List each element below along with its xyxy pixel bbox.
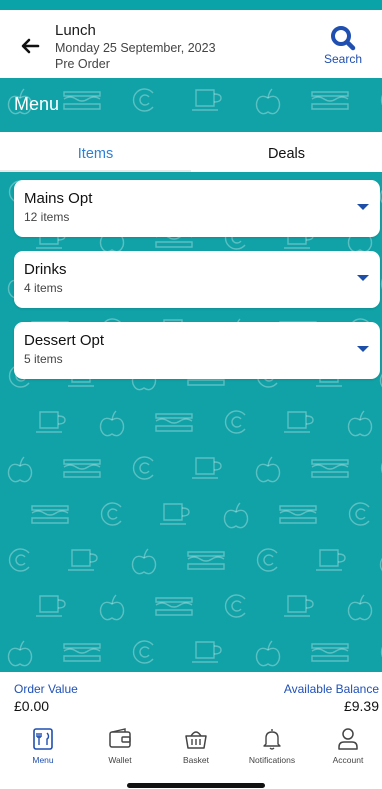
home-indicator (127, 783, 265, 788)
category-mains[interactable]: Mains Opt 12 items (14, 180, 380, 237)
order-value-label: Order Value (14, 682, 78, 696)
nav-menu[interactable]: Menu (5, 726, 81, 765)
tab-items-indicator (0, 170, 191, 172)
nav-account[interactable]: Account (310, 726, 382, 765)
bottom-nav: Menu Wallet Basket Notifications Account (0, 726, 382, 768)
tab-deals[interactable]: Deals (191, 132, 382, 172)
category-name: Drinks (24, 261, 67, 278)
basket-icon (185, 731, 207, 749)
page-date: Monday 25 September, 2023 (55, 41, 216, 55)
category-count: 5 items (24, 352, 63, 366)
page-subtitle: Pre Order (55, 57, 110, 71)
chevron-down-icon (357, 204, 369, 210)
category-name: Mains Opt (24, 190, 93, 207)
nav-label: Wallet (108, 755, 132, 765)
menu-book-icon (33, 728, 53, 750)
title-block: Lunch Monday 25 September, 2023 Pre Orde… (55, 22, 216, 72)
nav-wallet[interactable]: Wallet (82, 726, 158, 765)
search-button[interactable]: Search (318, 24, 368, 68)
nav-basket[interactable]: Basket (158, 726, 234, 765)
search-icon (331, 26, 356, 51)
nav-label: Basket (183, 755, 209, 765)
category-count: 4 items (24, 281, 63, 295)
nav-label: Account (332, 755, 364, 765)
nav-label: Notifications (248, 755, 296, 765)
search-label: Search (323, 52, 363, 66)
bell-icon (263, 729, 281, 750)
available-balance: £9.39 (343, 698, 379, 714)
arrow-left-icon (21, 38, 40, 54)
available-balance-label: Available Balance (283, 682, 379, 696)
top-accent-strip (0, 0, 382, 10)
back-button[interactable] (18, 34, 42, 58)
order-value: £0.00 (14, 698, 50, 714)
category-name: Dessert Opt (24, 332, 105, 349)
page-title: Lunch (55, 22, 96, 39)
tab-items[interactable]: Items (0, 132, 191, 172)
nav-notifications[interactable]: Notifications (234, 726, 310, 765)
category-count: 12 items (24, 210, 70, 224)
chevron-down-icon (357, 346, 369, 352)
header: Lunch Monday 25 September, 2023 Pre Orde… (0, 10, 382, 78)
wallet-icon (109, 728, 131, 748)
category-drinks[interactable]: Drinks 4 items (14, 251, 380, 308)
person-icon (338, 728, 358, 750)
menu-header-band: Menu (0, 78, 382, 132)
tab-bar: Items Deals (0, 132, 382, 172)
section-title: Menu (14, 94, 60, 114)
chevron-down-icon (357, 275, 369, 281)
footer: Order Value £0.00 Available Balance £9.3… (0, 672, 382, 789)
nav-label: Menu (32, 755, 54, 765)
category-dessert[interactable]: Dessert Opt 5 items (14, 322, 380, 379)
